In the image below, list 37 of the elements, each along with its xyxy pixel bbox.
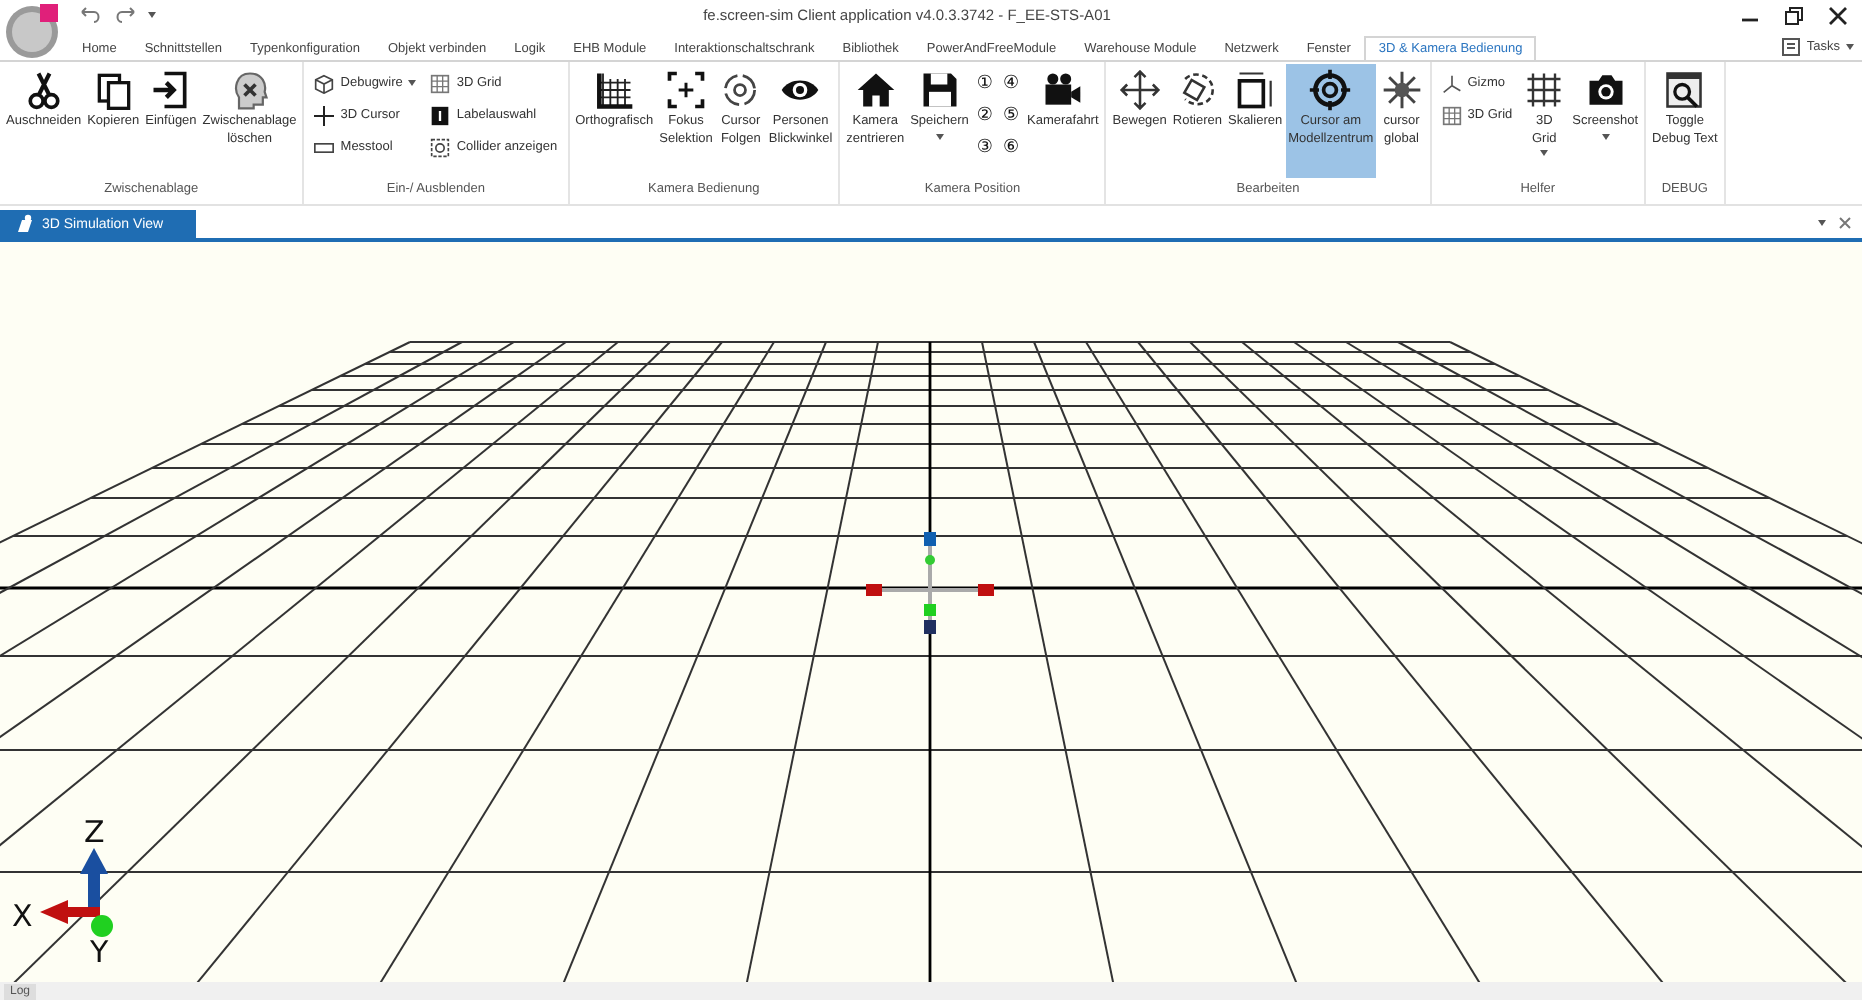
- crosshair-icon: [314, 105, 335, 125]
- axis-label: X: [12, 898, 33, 934]
- grid-icon: [592, 68, 637, 112]
- move-arrows-icon: [1117, 68, 1162, 112]
- axis-gizmo-drawing: [40, 848, 113, 937]
- axes-icon: [1441, 73, 1462, 93]
- caret-icon: [1846, 44, 1854, 50]
- axis-label: Z: [84, 814, 105, 850]
- restore-icon[interactable]: [1782, 3, 1806, 27]
- transform-gizmo-drawing[interactable]: [866, 532, 994, 636]
- axis-label: Y: [90, 934, 109, 970]
- ribbon-button[interactable]: ⑤: [998, 100, 1024, 130]
- collider-icon: [430, 137, 451, 157]
- grid-icon: [430, 73, 451, 93]
- caret-icon[interactable]: [148, 12, 156, 18]
- close-icon[interactable]: [1826, 3, 1850, 27]
- cube-icon: [314, 73, 335, 93]
- tasks-icon: [1782, 38, 1801, 56]
- home-icon: [853, 68, 898, 112]
- ruler-icon: [314, 137, 335, 157]
- caret-icon[interactable]: [1818, 219, 1826, 225]
- grid-icon: [1441, 105, 1462, 125]
- ribbon-button[interactable]: ⑥: [998, 132, 1024, 162]
- ribbon-button[interactable]: ④: [998, 68, 1024, 98]
- label-icon: [430, 105, 451, 125]
- grid-icon: [1522, 68, 1567, 112]
- scale-icon: [1233, 68, 1278, 112]
- ribbon-button[interactable]: ③: [972, 132, 997, 162]
- ribbon-button[interactable]: ①: [972, 68, 997, 98]
- app-logo-icon[interactable]: [4, 0, 64, 60]
- ribbon-button[interactable]: ②: [972, 100, 997, 130]
- redo-icon[interactable]: [112, 5, 140, 25]
- paste-icon: [148, 68, 193, 112]
- target-icon: [1308, 68, 1353, 112]
- focus-icon: [664, 68, 708, 112]
- undo-icon[interactable]: [76, 5, 104, 25]
- debug-window-icon: [1662, 68, 1707, 112]
